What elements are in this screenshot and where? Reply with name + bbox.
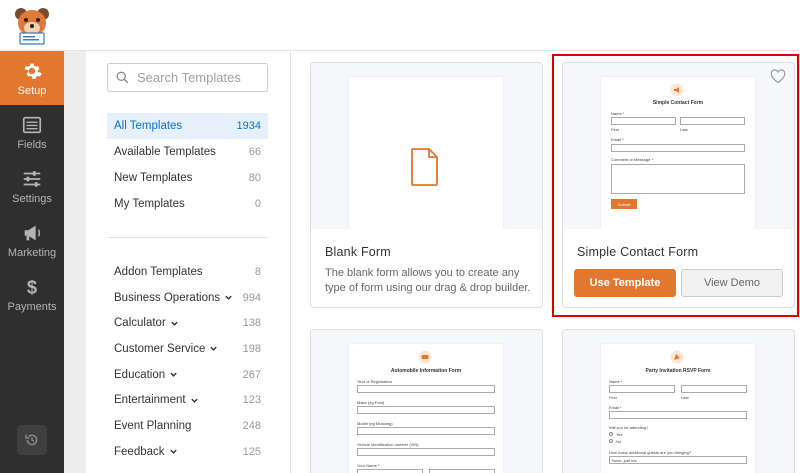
category-business-operations[interactable]: Business Operations 994 [107,285,268,311]
chevron-down-icon [190,398,198,403]
nav-setup[interactable]: Setup [0,51,64,105]
nav-label: Setup [17,84,47,97]
gear-icon [24,63,42,79]
chevron-down-icon [170,372,177,377]
template-card-party-invitation-rsvp-form[interactable]: Party Invitation RSVP Form Name * First … [562,329,795,473]
category-entertainment[interactable]: Entertainment 123 [107,387,268,413]
search-icon [116,71,129,84]
template-card-automobile-information-form[interactable]: Automobile Information Form Year of Regi… [310,329,543,473]
sliders-icon [23,170,41,187]
dollar-icon: $ [27,276,37,297]
megaphone-icon [24,225,40,240]
category-event-planning[interactable]: Event Planning 248 [107,413,268,439]
nav-label: Settings [12,192,52,205]
card-preview [311,63,542,229]
category-feedback[interactable]: Feedback 125 [107,439,268,465]
category-calculator[interactable]: Calculator 138 [107,310,268,336]
chevron-down-icon [169,449,177,455]
nav-settings[interactable]: Settings [0,159,64,213]
industry-category-list: Addon Templates 8 Business Operations 994 … [107,259,268,465]
category-list: All Templates 1934 Available Templates 66 … [107,113,268,217]
nav-label: Payments [7,300,57,313]
search-box[interactable] [107,63,268,92]
card-title: Blank Form [325,245,391,259]
revisions-button[interactable] [17,425,47,455]
party-icon [670,350,684,364]
templates-sidebar: All Templates1934 Available Templates66 … [86,51,291,473]
builder-nav: Setup Fields Settings Marketing $ Paymen… [0,51,64,473]
category-addon-templates[interactable]: Addon Templates 8 [107,259,268,285]
car-icon [418,350,432,364]
chevron-down-icon [225,295,232,300]
nav-fields[interactable]: Fields [0,105,64,159]
divider [107,237,268,238]
chevron-down-icon [171,321,178,326]
gutter [64,51,86,473]
category-my-templates[interactable]: My Templates 0 [107,191,268,217]
blank-document-icon [411,148,438,186]
template-card-blank-form[interactable]: Blank Form The blank form allows you to … [310,62,543,308]
search-input[interactable] [137,70,257,85]
nav-label: Fields [17,138,47,151]
highlight-box [552,54,799,317]
nav-marketing[interactable]: Marketing [0,213,64,267]
card-preview: Automobile Information Form Year of Regi… [311,330,542,473]
bear-mascot-icon [15,8,49,45]
top-bar [64,0,800,51]
history-icon [25,434,38,446]
category-available-templates[interactable]: Available Templates 66 [107,139,268,165]
fields-icon [22,116,42,133]
category-customer-service[interactable]: Customer Service 198 [107,336,268,362]
category-all-templates[interactable]: All Templates 1934 [107,113,268,139]
category-education[interactable]: Education 267 [107,362,268,388]
chevron-down-icon [210,347,218,352]
category-new-templates[interactable]: New Templates 80 [107,165,268,191]
nav-label: Marketing [7,246,57,259]
wpforms-logo[interactable] [0,0,64,51]
nav-payments[interactable]: $ Payments [0,267,64,321]
card-description: The blank form allows you to create any … [325,267,531,294]
svg-text:$: $ [27,276,37,297]
card-preview: Party Invitation RSVP Form Name * First … [563,330,794,473]
